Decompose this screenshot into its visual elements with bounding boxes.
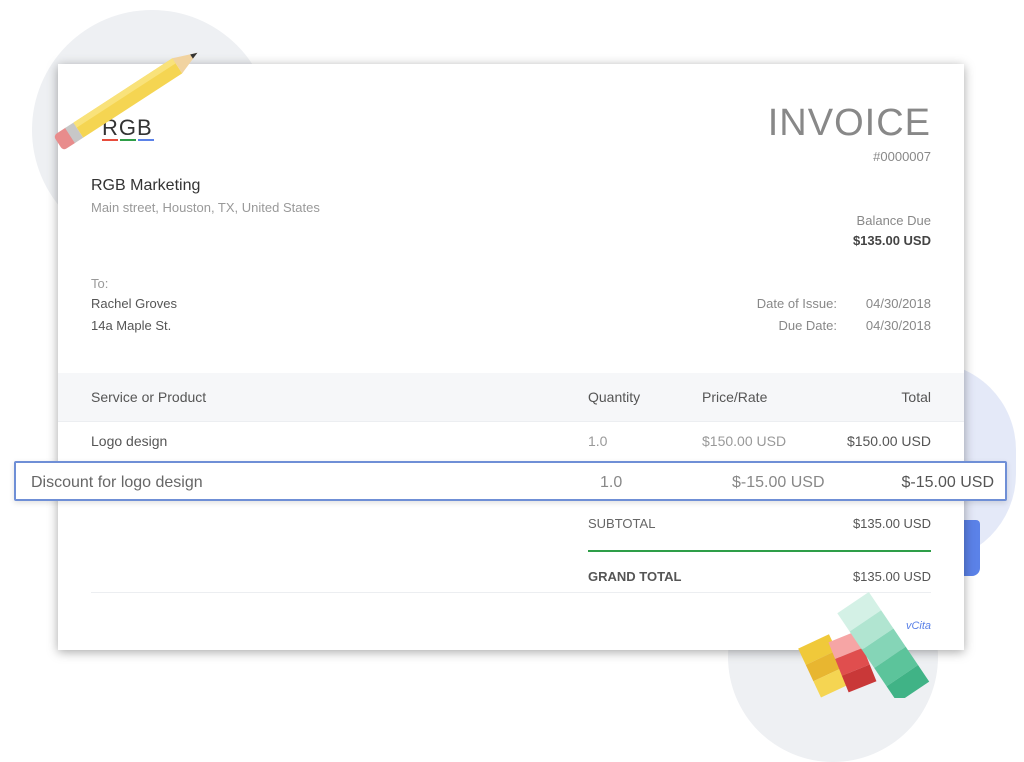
recipient-name: Rachel Groves [91,296,177,311]
date-of-issue-label: Date of Issue: [756,296,837,311]
grand-total-divider [588,550,931,552]
decorative-blue-tab [962,520,980,576]
header-service: Service or Product [91,389,207,405]
header-quantity: Quantity [588,389,641,405]
invoice-title: INVOICE [767,102,931,144]
recipient-label: To: [91,276,109,291]
row-total: $150.00 USD [846,433,931,449]
subtotal-value: $135.00 USD [852,516,931,531]
company-address: Main street, Houston, TX, United States [91,200,320,215]
table-row-highlighted[interactable]: Discount for logo design 1.0 $-15.00 USD… [14,461,1007,501]
header-price: Price/Rate [702,389,768,405]
due-date-value: 04/30/2018 [865,318,931,333]
recipient-address: 14a Maple St. [91,318,172,333]
row-quantity: 1.0 [588,433,608,449]
grand-total-value: $135.00 USD [852,569,931,584]
row-total: $-15.00 USD [901,474,995,491]
date-of-issue-value: 04/30/2018 [865,296,931,311]
balance-due-amount: $135.00 USD [852,233,931,248]
row-quantity: 1.0 [600,474,623,491]
grand-total-label: GRAND TOTAL [588,569,682,584]
table-header: Service or Product Quantity Price/Rate T… [58,373,964,422]
row-service: Logo design [91,433,168,449]
balance-due-label: Balance Due [856,213,931,228]
row-price: $150.00 USD [702,433,787,449]
row-service: Discount for logo design [31,474,203,491]
due-date-label: Due Date: [778,318,837,333]
color-swatches-icon [798,592,930,698]
pencil-icon [54,52,198,150]
invoice-number: #0000007 [873,149,931,164]
company-name: RGB Marketing [91,177,201,194]
header-total: Total [901,389,931,405]
row-price: $-15.00 USD [732,474,825,491]
due-date: Due Date: 04/30/2018 [717,318,931,333]
date-of-issue: Date of Issue: 04/30/2018 [717,296,931,311]
subtotal-label: SUBTOTAL [588,516,656,531]
